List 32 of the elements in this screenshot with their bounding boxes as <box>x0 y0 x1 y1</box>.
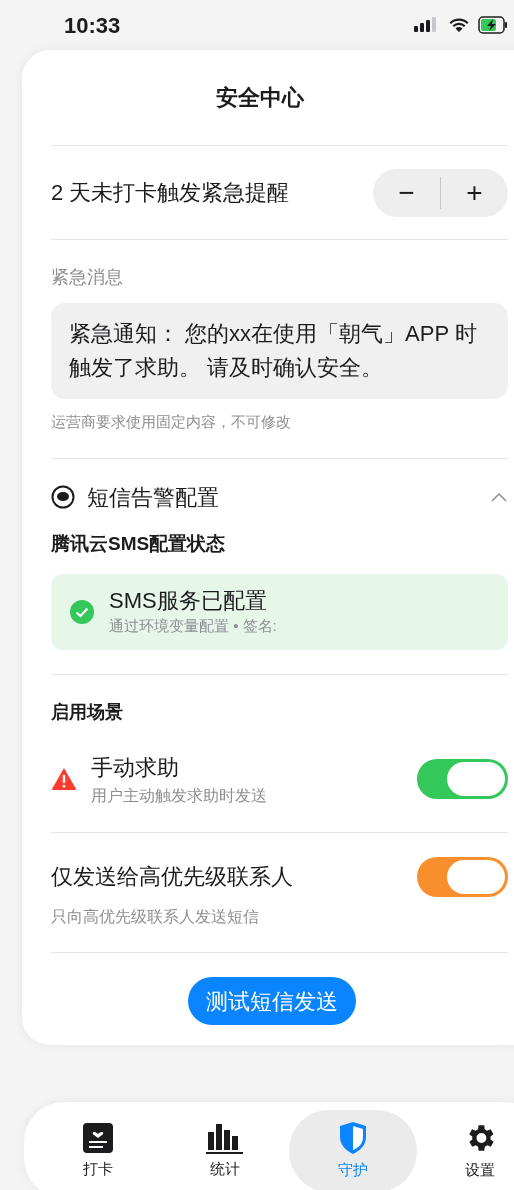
threshold-label: 2 天未打卡触发紧急提醒 <box>51 179 290 207</box>
warning-icon <box>51 767 77 791</box>
message-box: 紧急通知： 您的xx在使用「朝气」APP 时触发了求助。 请及时确认安全。 <box>51 303 508 399</box>
chevron-up-icon[interactable] <box>490 491 508 503</box>
scenario-title: 手动求助 <box>91 753 180 782</box>
toggle-switch[interactable] <box>417 856 508 897</box>
shield-icon <box>337 1120 368 1155</box>
page-title: 安全中心 <box>215 84 304 112</box>
toggle-switch[interactable] <box>417 759 508 799</box>
scenario-subtitle: 用户主动触发求助时发送 <box>91 785 267 806</box>
bar-chart-icon <box>206 1121 245 1154</box>
status-detail: 通过环境变量配置 • 签名: <box>109 615 277 636</box>
test-sms-button[interactable]: 测试短信发送 <box>187 977 356 1025</box>
card-icon <box>81 1121 114 1154</box>
tab-item[interactable]: 设置 <box>416 1110 514 1190</box>
tab-item[interactable]: 统计 <box>161 1110 289 1190</box>
section-label: 紧急消息 <box>51 266 124 289</box>
battery-icon <box>478 16 508 34</box>
increment-button[interactable]: + <box>441 168 508 217</box>
note-text: 运营商要求使用固定内容，不可修改 <box>51 412 292 432</box>
section-label: 启用场景 <box>51 701 124 724</box>
status-time: 10:33 <box>64 11 121 40</box>
wifi-icon <box>448 17 470 33</box>
scenario-title: 仅发送给高优先级联系人 <box>51 863 293 891</box>
message-icon <box>51 485 75 509</box>
provider-label: 腾讯云SMS配置状态 <box>51 531 227 556</box>
decrement-button[interactable]: − <box>373 168 440 217</box>
scenario-subtitle: 只向高优先级联系人发送短信 <box>51 906 260 927</box>
status-title: SMS服务已配置 <box>109 586 268 615</box>
check-circle-icon <box>69 599 95 625</box>
section-title: 短信告警配置 <box>87 483 219 512</box>
tab-item[interactable]: 打卡 <box>34 1110 162 1190</box>
